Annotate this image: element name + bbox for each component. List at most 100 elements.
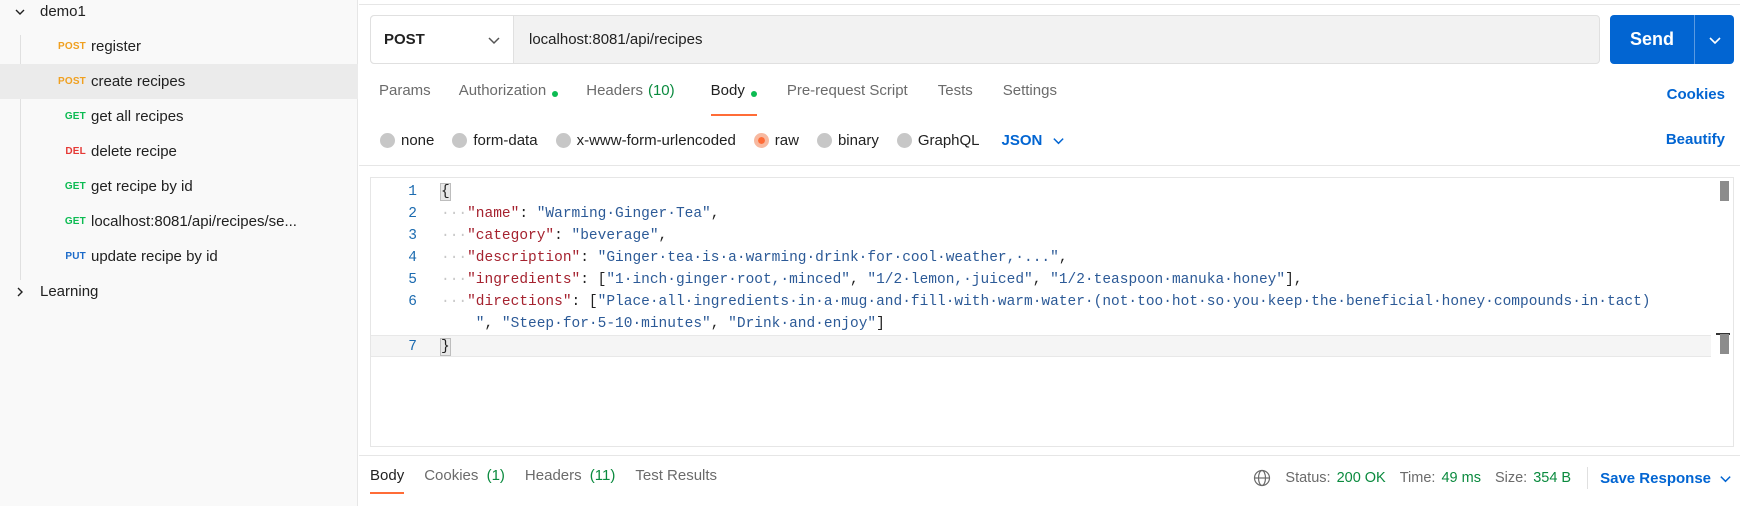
sidebar-item-get-all-recipes[interactable]: GET get all recipes	[0, 99, 358, 134]
code-line[interactable]: 1{	[371, 181, 1711, 203]
radio-none[interactable]: none	[380, 132, 434, 149]
line-number: 6	[408, 294, 417, 310]
radio-binary[interactable]: binary	[816, 131, 879, 149]
radio-raw[interactable]: raw	[753, 131, 799, 149]
code-text: ", "Steep·for·5-10·minutes", "Drink·and·…	[441, 313, 885, 335]
chevron-down-icon[interactable]	[12, 4, 28, 20]
status-label: Status:	[1285, 470, 1331, 486]
cookies-link[interactable]: Cookies	[1667, 86, 1725, 103]
tab-count: (1)	[486, 467, 505, 484]
code-token: "Place·all·ingredients·in·a·mug·and·fill…	[597, 294, 1651, 310]
code-token: "name"	[467, 206, 520, 222]
send-options-chevron-icon[interactable]	[1695, 33, 1734, 47]
code-token: ···	[441, 272, 468, 288]
radio-graphql[interactable]: GraphQL	[896, 132, 980, 149]
tab-settings[interactable]: Settings	[1003, 82, 1057, 116]
response-tab-headers[interactable]: Headers (11)	[525, 458, 615, 494]
code-token: : [	[580, 272, 607, 288]
code-token: ]	[876, 316, 885, 332]
radio-label: binary	[837, 131, 879, 149]
method-badge: PUT	[65, 251, 86, 262]
sidebar-item-create-recipes[interactable]: POST create recipes	[0, 64, 358, 99]
radio-circle	[380, 132, 395, 148]
tab-tests[interactable]: Tests	[938, 82, 973, 116]
sidebar-item-get-recipe-by-id[interactable]: GET get recipe by id	[0, 169, 358, 204]
tab-pre-request-script[interactable]: Pre-request Script	[787, 82, 908, 116]
tab-body[interactable]: Body	[710, 82, 758, 116]
request-label: get all recipes	[91, 108, 184, 125]
code-text: ···"category": "beverage",	[441, 225, 667, 247]
sidebar-item-delete-recipe[interactable]: DEL delete recipe	[0, 134, 358, 169]
divider	[359, 4, 1740, 5]
tab-label: Body	[710, 82, 745, 99]
tab-count: (10)	[647, 82, 675, 99]
tab-headers[interactable]: Headers (10)	[586, 82, 674, 116]
divider	[359, 455, 1740, 456]
code-token: ···	[441, 228, 468, 244]
radio-label: x-www-form-urlencoded	[576, 131, 736, 149]
tab-label: Tests	[937, 82, 973, 99]
code-token: :	[519, 206, 537, 222]
request-label: create recipes	[91, 73, 186, 90]
url-input[interactable]: localhost:8081/api/recipes	[514, 16, 1599, 63]
code-line[interactable]: 6 ···"directions": ["Place·all·ingredient…	[371, 291, 1711, 313]
code-text: {	[440, 181, 451, 203]
tab-params[interactable]: Params	[379, 82, 431, 116]
method-badge: GET	[64, 181, 86, 192]
format-dropdown[interactable]: JSON	[1002, 132, 1066, 149]
folder-learning[interactable]: Learning	[0, 274, 358, 309]
tab-authorization[interactable]: Authorization	[459, 82, 559, 116]
code-token: "category"	[467, 228, 555, 244]
line-number: 1	[408, 184, 417, 200]
radio-x-www-form-urlencoded[interactable]: x-www-form-urlencoded	[555, 131, 736, 149]
method-dropdown[interactable]: POST	[371, 16, 514, 63]
request-label: update recipe by id	[91, 248, 218, 265]
code-token: ,	[849, 272, 868, 288]
code-token: "description"	[467, 250, 581, 266]
status-dot	[750, 91, 757, 97]
code-line[interactable]: 7}	[371, 335, 1711, 357]
save-response-button[interactable]: Save Response	[1600, 470, 1740, 487]
code-token: ,	[710, 316, 729, 332]
response-tabs: Body Cookies (1) Headers (11) Test Resul…	[370, 458, 717, 494]
globe-icon[interactable]	[1253, 469, 1271, 487]
line-number: 7	[408, 339, 417, 355]
code-line[interactable]: 4 ···"description": "Ginger·tea·is·a·warm…	[371, 247, 1711, 269]
time-value[interactable]: 49 ms	[1441, 470, 1481, 486]
chevron-right-icon[interactable]	[12, 284, 28, 300]
code-line[interactable]: 2 ···"name": "Warming·Ginger·Tea",	[371, 203, 1711, 225]
code-text: ···"name": "Warming·Ginger·Tea",	[441, 203, 719, 225]
scrollbar-thumb[interactable]	[1720, 181, 1729, 201]
tab-count: (11)	[589, 467, 616, 484]
sidebar-item-register[interactable]: POST register	[0, 29, 358, 64]
radio-circle	[452, 132, 468, 148]
code-line[interactable]: ", "Steep·for·5-10·minutes", "Drink·and·…	[371, 313, 1711, 335]
beautify-link[interactable]: Beautify	[1666, 131, 1725, 148]
code-token: :	[554, 228, 572, 244]
method-badge: POST	[57, 76, 86, 87]
sidebar: demo1 POST register POST create recipes …	[0, 0, 358, 506]
request-panel: POST localhost:8081/api/recipes Send Par…	[359, 0, 1740, 506]
body-code-editor[interactable]: 1{2 ···"name": "Warming·Ginger·Tea", 3 ···"…	[370, 177, 1734, 447]
tab-label: Test Results	[635, 467, 718, 484]
sidebar-item-search-recipes[interactable]: GET localhost:8081/api/recipes/se...	[0, 204, 358, 239]
response-tab-test-results[interactable]: Test Results	[635, 458, 717, 494]
response-meta: Status: 200 OK Time: 49 ms Size: 354 B S…	[1253, 467, 1740, 489]
radio-form-data[interactable]: form-data	[452, 132, 538, 149]
folder-demo1[interactable]: demo1	[0, 0, 358, 29]
send-button[interactable]: Send	[1610, 15, 1734, 64]
response-tab-body[interactable]: Body	[370, 458, 405, 494]
scrollbar-thumb[interactable]	[1720, 334, 1729, 354]
size-value[interactable]: 354 B	[1533, 470, 1571, 486]
code-line[interactable]: 3 ···"category": "beverage",	[371, 225, 1711, 247]
radio-label: raw	[774, 131, 799, 149]
sidebar-item-update-recipe-by-id[interactable]: PUT update recipe by id	[0, 239, 358, 274]
code-line[interactable]: 5 ···"ingredients": ["1·inch·ginger·root,…	[371, 269, 1711, 291]
tab-label: Pre-request Script	[786, 82, 908, 99]
status-value[interactable]: 200 OK	[1337, 470, 1386, 486]
code-token: {	[440, 183, 451, 201]
tab-label: Authorization	[458, 82, 547, 99]
response-tab-cookies[interactable]: Cookies (1)	[424, 458, 505, 494]
code-token: ···	[441, 206, 468, 222]
folder-label: Learning	[40, 283, 99, 300]
